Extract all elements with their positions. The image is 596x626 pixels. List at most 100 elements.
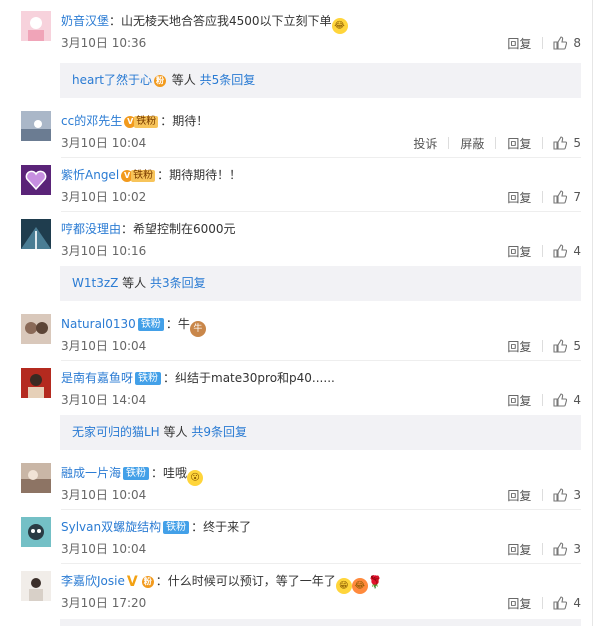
view-replies-link[interactable]: 共5条回复	[200, 73, 256, 87]
like-count: 4	[573, 596, 581, 610]
reply-button[interactable]: 回复	[496, 135, 542, 152]
laugh-emoji-icon: 😂	[331, 18, 348, 34]
username[interactable]: 哼都没理由	[61, 222, 121, 236]
comment-text: ：期待期待！！	[157, 168, 242, 182]
thumbs-up-icon	[553, 244, 568, 258]
reply-button[interactable]: 回复	[496, 595, 542, 612]
like-button[interactable]: 4	[543, 596, 581, 610]
comment-text: ：山无棱天地合答应我4500以下立刻下单	[109, 14, 332, 28]
more-replies-bar[interactable]: W1t3zZ 等人 共3条回复	[60, 266, 581, 301]
like-button[interactable]: 8	[543, 36, 581, 50]
avatar[interactable]	[21, 517, 51, 547]
comment-text: ：纠结于mate30pro和p40......	[163, 371, 335, 385]
username[interactable]: 紫忻Angel	[61, 168, 119, 182]
reply-bar-text: 等人	[118, 276, 150, 290]
gold-fan-badge: 粉	[153, 63, 166, 98]
reply-user-link[interactable]: 无家可归的猫LH	[72, 425, 160, 439]
timestamp: 3月10日 17:20	[61, 596, 147, 610]
avatar[interactable]	[21, 368, 51, 398]
username[interactable]: 奶音汉堡	[61, 14, 109, 28]
like-button[interactable]: 4	[543, 244, 581, 258]
reply-button[interactable]: 回复	[496, 392, 542, 409]
comment-text: ：终于来了	[191, 520, 252, 534]
fan-badge: 铁粉	[137, 318, 164, 331]
block-button[interactable]: 屏蔽	[449, 135, 495, 152]
reply-user-link[interactable]: W1t3zZ	[72, 276, 118, 290]
fan-crown-icon: 粉	[153, 75, 166, 87]
thumbs-up-icon	[553, 596, 568, 610]
fan-badge: 铁粉	[163, 521, 190, 534]
thumbs-up-icon	[553, 488, 568, 502]
reply-button[interactable]: 回复	[496, 338, 542, 355]
verified-v-icon: V	[126, 574, 138, 590]
laugh-emoji-icon: 😂	[351, 578, 368, 594]
avatar[interactable]	[21, 571, 51, 601]
comment-item: cc的邓先生 V 铁粉 ：期待！ 3月10日 10:04 投诉 屏蔽 回复 5	[0, 104, 581, 158]
thumbs-up-icon	[553, 393, 568, 407]
like-button[interactable]: 5	[543, 136, 581, 150]
cow-emoji-icon: 牛	[189, 321, 206, 337]
reply-button[interactable]: 回复	[496, 487, 542, 504]
like-button[interactable]: 3	[543, 542, 581, 556]
comment-text: ：什么时候可以预订，等了一年了	[155, 574, 336, 588]
like-button[interactable]: 3	[543, 488, 581, 502]
comment-item: 李嘉欣Josie V 粉：什么时候可以预订，等了一年了 😁 😂 🌹 3月10日 17:20…	[0, 564, 581, 618]
timestamp: 3月10日 10:16	[61, 244, 147, 258]
username[interactable]: cc的邓先生	[61, 114, 122, 128]
thumbs-up-icon	[553, 339, 568, 353]
report-button[interactable]: 投诉	[402, 135, 448, 152]
fan-badge: 铁粉	[123, 467, 150, 480]
comment-item: 融成一片海 铁粉 ：哇哦 😮 3月10日 10:04 回复 3	[0, 456, 581, 510]
avatar[interactable]	[21, 111, 51, 141]
avatar[interactable]	[21, 314, 51, 344]
grin-emoji-icon: 😁	[335, 578, 352, 594]
more-replies-bar[interactable]: 无家可归的猫LH 等人 共9条回复	[60, 415, 581, 450]
reply-button[interactable]: 回复	[496, 189, 542, 206]
timestamp: 3月10日 10:04	[61, 542, 147, 556]
scroll-divider	[592, 0, 593, 626]
username[interactable]: 李嘉欣Josie	[61, 574, 125, 588]
like-count: 5	[573, 136, 581, 150]
avatar[interactable]	[21, 11, 51, 41]
like-button[interactable]: 4	[543, 393, 581, 407]
more-replies-bar	[60, 619, 581, 626]
gold-fan-badge: 粉	[141, 574, 154, 590]
comment-item: 奶音汉堡：山无棱天地合答应我4500以下立刻下单 😂 3月10日 10:36 回复…	[0, 4, 581, 58]
thumbs-up-icon	[553, 190, 568, 204]
like-count: 4	[573, 244, 581, 258]
fan-badge: 铁粉	[135, 372, 162, 385]
like-count: 8	[573, 36, 581, 50]
reply-button[interactable]: 回复	[496, 35, 542, 52]
avatar[interactable]	[21, 165, 51, 195]
timestamp: 3月10日 10:02	[61, 190, 147, 204]
reply-bar-text: 等人	[159, 425, 192, 439]
reply-button[interactable]: 回复	[496, 243, 542, 260]
like-count: 3	[573, 542, 581, 556]
comment-item: 紫忻Angel V 铁粉 ：期待期待！！ 3月10日 10:02 回复 7	[0, 158, 581, 212]
more-replies-bar[interactable]: heart了然于心粉 等人 共5条回复	[60, 63, 581, 98]
username[interactable]: 是南有嘉鱼呀	[61, 371, 133, 385]
like-count: 7	[573, 190, 581, 204]
timestamp: 3月10日 10:04	[61, 136, 147, 150]
reply-button[interactable]: 回复	[496, 541, 542, 558]
avatar[interactable]	[21, 219, 51, 249]
fan-crown-icon: 粉	[141, 576, 154, 588]
gold-fan-badge: V 铁粉	[124, 114, 159, 130]
timestamp: 3月10日 14:04	[61, 393, 147, 407]
avatar[interactable]	[21, 463, 51, 493]
rose-icon: 🌹	[367, 575, 383, 589]
timestamp: 3月10日 10:04	[61, 488, 147, 502]
like-button[interactable]: 5	[543, 339, 581, 353]
comment-text: ：哇哦	[151, 466, 188, 480]
comment-text: ：希望控制在6000元	[121, 222, 236, 236]
view-replies-link[interactable]: 共9条回复	[191, 425, 247, 439]
timestamp: 3月10日 10:04	[61, 339, 147, 353]
view-replies-link[interactable]: 共3条回复	[150, 276, 206, 290]
username[interactable]: Natural0130	[61, 317, 136, 331]
comment-text: ：期待！	[160, 114, 209, 128]
comment-text: ：牛	[165, 317, 190, 331]
username[interactable]: 融成一片海	[61, 466, 121, 480]
like-button[interactable]: 7	[543, 190, 581, 204]
username[interactable]: Sylvan双螺旋结构	[61, 520, 161, 534]
reply-user-link[interactable]: heart了然于心	[72, 73, 152, 87]
